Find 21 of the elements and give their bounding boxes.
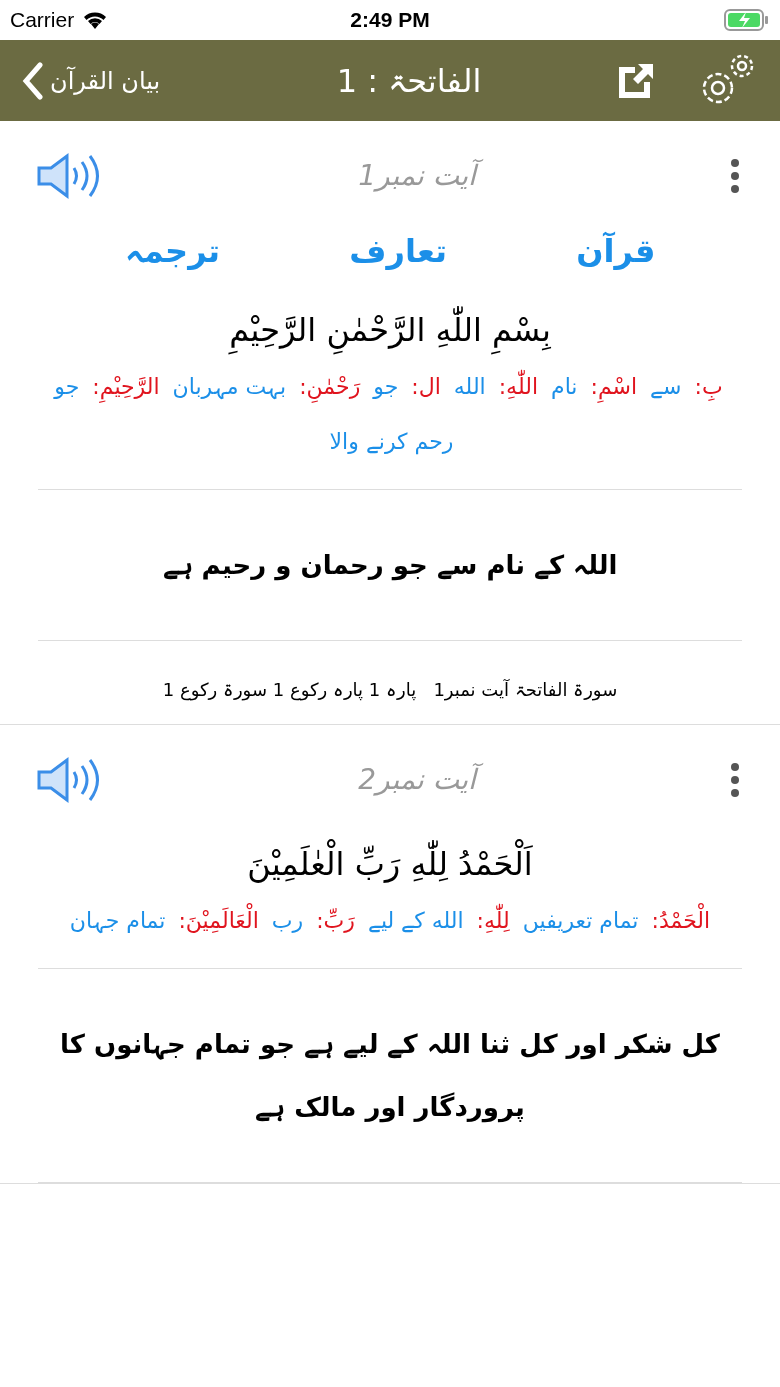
word-meanings: الْحَمْدُ: تمام تعریفیں لِلّٰهِ: الله کے لیے رَبِّ: رب الْعَالَمِيْنَ: تمام جہان bbox=[38, 893, 742, 970]
ayah-number: آیت نمبر1 bbox=[348, 151, 486, 201]
section-tab[interactable]: تعارف bbox=[343, 231, 453, 271]
back-icon bbox=[22, 61, 44, 100]
section-tab[interactable]: ترجمہ bbox=[118, 231, 227, 271]
verse-info: سورۃ الفاتحۃ آیت نمبر1 پارہ 1 پارہ رکوع 1 سورۃ رکوع 1 bbox=[161, 678, 619, 703]
back-button[interactable]: بیان القرآن bbox=[22, 61, 262, 100]
translation-text: کل شکر اور کل ثنا اللہ کے لیے ہے جو تمام جہانوں کا پروردگار اور مالک ہے bbox=[38, 969, 742, 1184]
ayah-number: آیت نمبر2 bbox=[348, 755, 486, 806]
more-icon[interactable] bbox=[730, 762, 740, 799]
carrier-label: Carrier bbox=[10, 8, 75, 32]
status-time: 2:49 PM bbox=[350, 8, 430, 32]
arabic-verse: اَلْحَمْدُ لِلّٰهِ رَبِّ الْعٰلَمِيْنَ bbox=[0, 825, 780, 894]
translation-text: اللہ کے نام سے جو رحمان و رحیم ہے bbox=[38, 490, 742, 642]
wifi-icon bbox=[82, 10, 109, 30]
battery-icon bbox=[724, 9, 770, 31]
screen-title: الفاتحۃ : 1 bbox=[335, 61, 483, 100]
arabic-verse: بِسْمِ اللّٰهِ الرَّحْمٰنِ الرَّحِيْمِ bbox=[0, 291, 780, 359]
word-meanings: بِ: سے اسْمِ: نام اللّٰهِ: الله ال: جو رَحْمٰنِ: بہت مہربان الرَّحِيْمِ: جو رحم کرنے والا bbox=[38, 359, 742, 490]
section-tab[interactable]: قرآن bbox=[570, 231, 662, 271]
more-icon[interactable] bbox=[730, 158, 740, 194]
